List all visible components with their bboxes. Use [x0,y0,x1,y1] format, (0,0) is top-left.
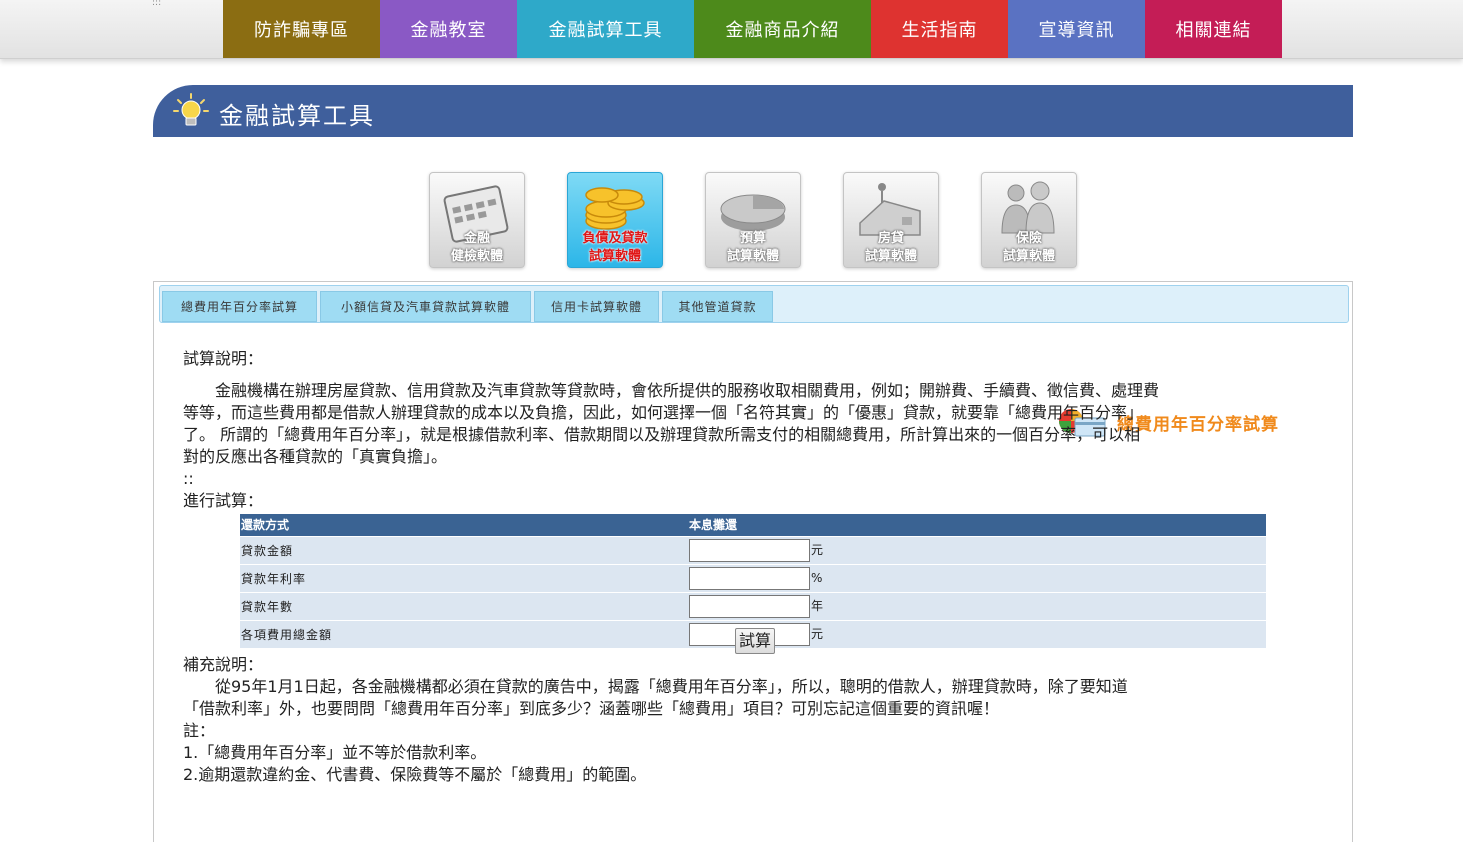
nav-item-links[interactable]: 相關連結 [1145,0,1282,58]
supplement-line: 「借款利率」外，也要問問「總費用年百分率」到底多少？涵蓋哪些「總費用」項目？可別… [183,699,1000,718]
repayment-method-value: 本息攤還 [688,514,1266,537]
tab-apr-calculator[interactable]: 總費用年百分率試算 [162,291,317,322]
supplement-line: 從95年1月1日起，各金融機構都必須在貸款的廣告中，揭露「總費用年百分率」，所以… [183,677,1128,696]
nav-item-calculators[interactable]: 金融試算工具 [517,0,694,58]
category-label: 負債及貸款 [582,231,648,246]
description-line: 等等，而這些費用都是借款人辦理貸款的成本以及負擔，因此，如何選擇一個「名符其實」… [183,403,1144,422]
skip-link[interactable]: ::: [152,0,161,8]
category-loan[interactable]: 負債及貸款 試算軟體 [567,172,663,268]
category-mortgage[interactable]: 房貸 試算軟體 [843,172,939,268]
content-panel: 總費用年百分率試算 小額信貸及汽車貸款試算軟體 信用卡試算軟體 其他管道貸款 總… [153,281,1353,842]
category-label: 金融 [463,231,490,246]
loan-years-label: 貸款年數 [240,592,688,621]
tab-credit-card[interactable]: 信用卡試算軟體 [534,291,659,322]
category-sublabel: 健檢軟體 [450,249,503,264]
description-line: 金融機構在辦理房屋貸款、信用貸款及汽車貸款等貸款時，會依所提供的服務收取相關費用… [183,381,1160,400]
loan-amount-label: 貸款金額 [240,536,688,565]
category-insurance[interactable]: 保險 試算軟體 [981,172,1077,268]
loan-amount-input[interactable] [689,539,810,562]
category-label: 保險 [1015,231,1042,246]
category-health-check[interactable]: 金融 健檢軟體 [429,172,525,268]
note-heading: 註： [183,721,216,740]
note-item: 1.「總費用年百分率」並不等於借款利率。 [183,743,487,762]
description-line: 了。 所謂的「總費用年百分率」，就是根據借款利率、借款期間以及辦理貸款所需支付的… [183,425,1141,444]
interest-rate-label: 貸款年利率 [240,564,688,593]
unit-label: % [811,571,823,585]
category-sublabel: 試算軟體 [726,249,779,264]
calc-heading: 進行試算： [183,491,264,510]
supplement-heading: 補充說明： [183,655,264,674]
repayment-method-label: 還款方式 [240,514,688,537]
calc-table-header: 還款方式 本息攤還 [240,514,1266,537]
category-sublabel: 試算軟體 [1002,249,1055,264]
calc-row-loan-years: 貸款年數 年 [240,592,1266,621]
category-label: 房貸 [877,231,904,246]
tab-strip: 總費用年百分率試算 小額信貸及汽車貸款試算軟體 信用卡試算軟體 其他管道貸款 [159,285,1349,323]
interest-rate-input[interactable] [689,567,810,590]
category-sublabel: 試算軟體 [864,249,917,264]
section-header: 金融試算工具 [153,85,1353,137]
tab-small-loan-car-loan[interactable]: 小額信貸及汽車貸款試算軟體 [320,291,531,322]
unit-label: 元 [811,543,824,557]
calc-row-interest-rate: 貸款年利率 % [240,564,1266,593]
unit-label: 年 [811,599,824,613]
tab-other-loans[interactable]: 其他管道貸款 [662,291,773,322]
section-title: 金融試算工具 [219,102,375,130]
loan-years-input[interactable] [689,595,810,618]
calculate-button[interactable]: 試算 [735,628,775,654]
lightbulb-icon [173,93,209,126]
nav-item-finance-class[interactable]: 金融教室 [380,0,517,58]
calc-row-loan-amount: 貸款金額 元 [240,536,1266,565]
category-budget[interactable]: 預算 試算軟體 [705,172,801,268]
top-bar: ::: 防詐騙專區 金融教室 金融試算工具 金融商品介紹 生活指南 宣導資訊 相… [0,0,1463,59]
category-sublabel: 試算軟體 [588,249,641,264]
nav-item-products[interactable]: 金融商品介紹 [694,0,871,58]
total-fees-label: 各項費用總金額 [240,620,688,648]
nav-item-anti-fraud[interactable]: 防詐騙專區 [223,0,380,58]
description-heading: 試算說明： [183,349,264,368]
note-item: 2.逾期還款違約金、代書費、保險費等不屬於「總費用」的範圍。 [183,765,647,784]
description-line: 對的反應出各種貸款的「真實負擔」。 [183,447,448,466]
main-nav: 防詐騙專區 金融教室 金融試算工具 金融商品介紹 生活指南 宣導資訊 相關連結 [223,0,1282,58]
nav-item-promotion[interactable]: 宣導資訊 [1008,0,1145,58]
anchor-marker: :: [183,469,194,488]
category-label: 預算 [739,231,766,246]
unit-label: 元 [811,627,824,641]
nav-item-life-guide[interactable]: 生活指南 [871,0,1008,58]
